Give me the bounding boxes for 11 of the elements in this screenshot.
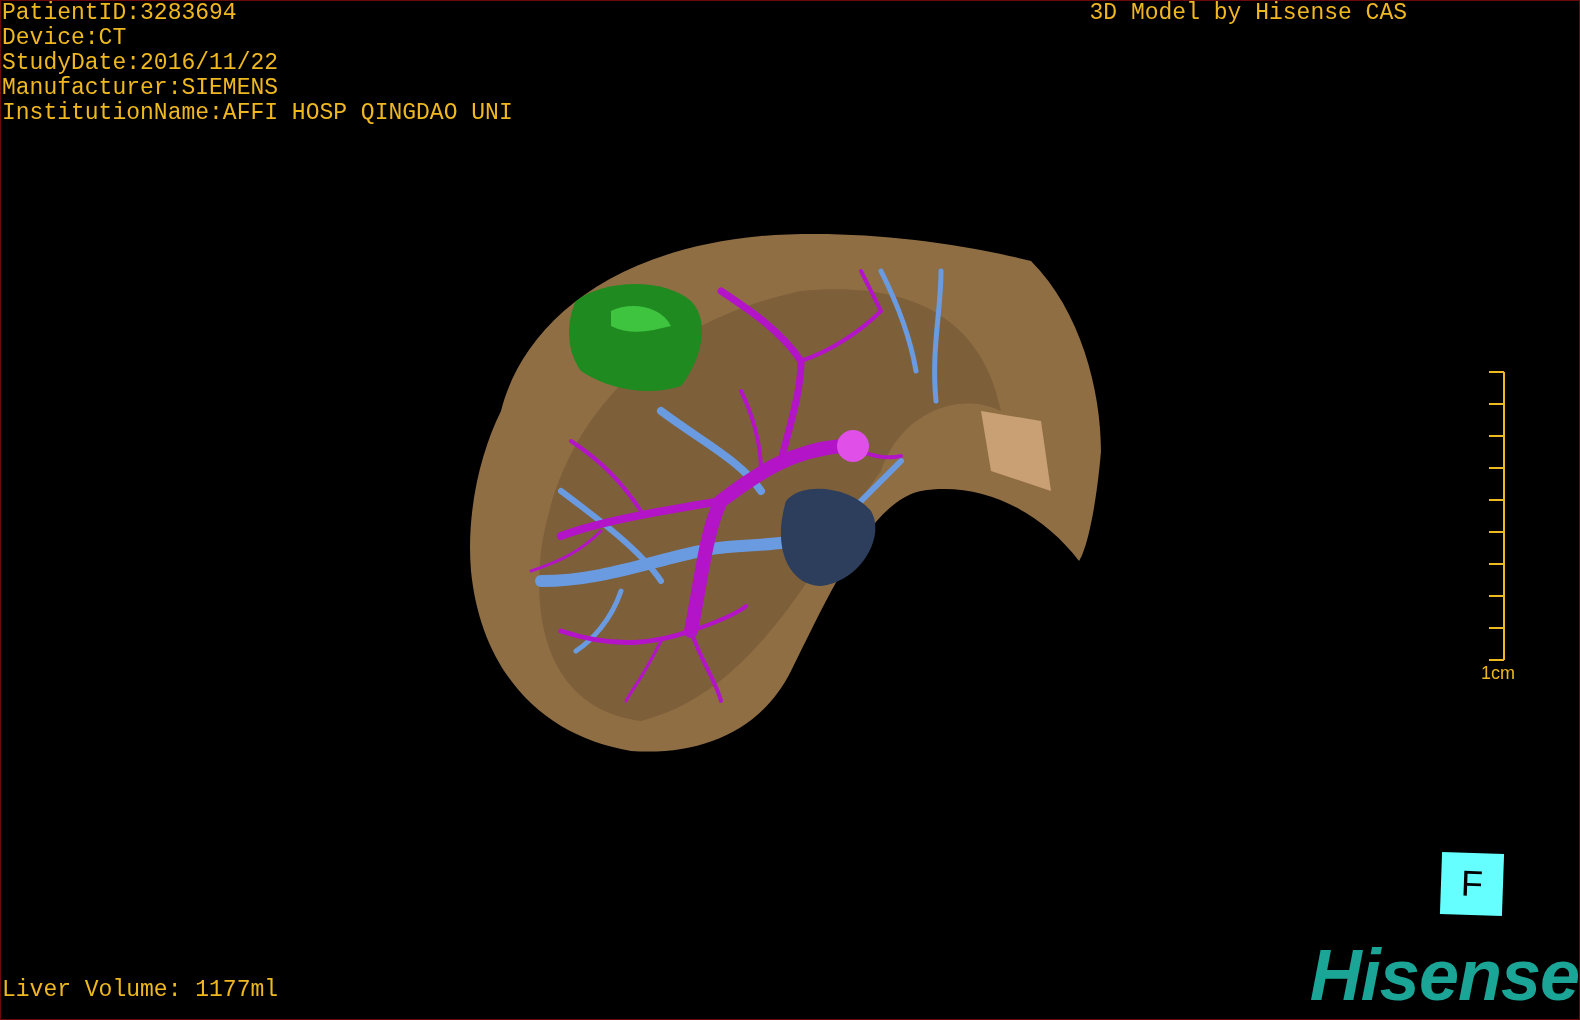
scale-bar-icon <box>1487 371 1507 661</box>
brand-logo: Hisense <box>1309 943 1579 1007</box>
viewer-title: 3D Model by Hisense CAS <box>1089 1 1407 28</box>
patient-info-line: Manufacturer:SIEMENS <box>2 76 280 101</box>
patient-info-line: StudyDate:2016/11/22 <box>2 51 280 76</box>
patient-info-line: Device:CT <box>2 26 128 51</box>
patient-info-line: PatientID:3283694 <box>2 1 238 26</box>
liver-volume: Liver Volume: 1177ml <box>2 978 279 1003</box>
scale-bar-label: 1cm <box>1481 663 1515 684</box>
patient-info-line: InstitutionName:AFFI HOSP QINGDAO UNI <box>2 101 513 126</box>
orientation-marker: F <box>1439 851 1505 917</box>
